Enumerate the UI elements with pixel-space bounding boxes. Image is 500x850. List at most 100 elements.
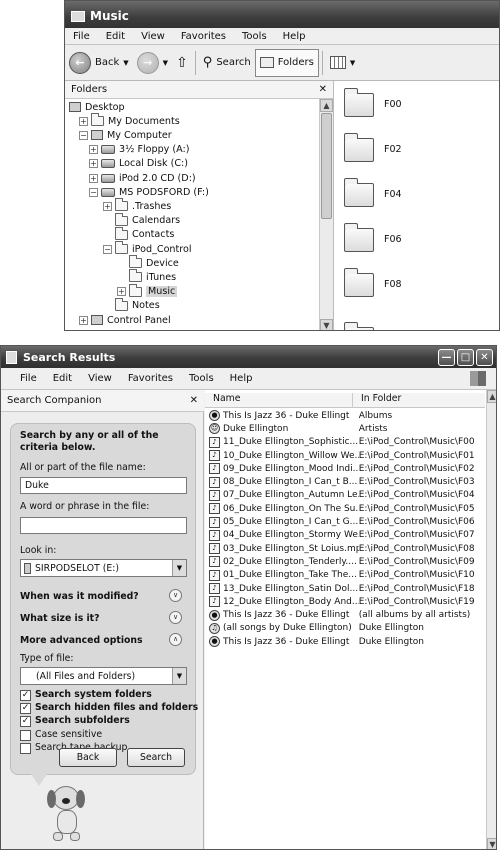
tree-item[interactable]: + Local Disk (C:) (89, 157, 188, 171)
table-row[interactable]: ♪ 08_Duke Ellington_I Can_t B... E:\iPod_C… (205, 476, 475, 489)
menu-favorites[interactable]: Favorites (173, 31, 234, 42)
tree-item[interactable]: + iPod 2.0 CD (D:) (89, 171, 196, 185)
checkbox[interactable]: ✓ (20, 716, 31, 728)
close-icon[interactable]: ✕ (319, 84, 327, 95)
search-titlebar[interactable]: Search Results — □ ✕ (1, 346, 496, 368)
checkbox[interactable] (20, 729, 31, 741)
menu-file[interactable]: File (12, 373, 45, 384)
expand-icon[interactable]: + (103, 201, 112, 211)
folder-label[interactable]: F04 (384, 189, 402, 200)
table-row[interactable]: ♪ 11_Duke Ellington_Sophistic... E:\iPod_C… (205, 436, 475, 449)
menu-help[interactable]: Help (222, 373, 261, 384)
folder-icon[interactable] (344, 178, 374, 207)
when-modified-link[interactable]: When was it modified? (20, 591, 139, 602)
tree-item[interactable]: Calendars (103, 212, 180, 228)
what-size-link[interactable]: What size is it? (20, 613, 99, 624)
phrase-input[interactable] (20, 517, 187, 534)
expand-icon[interactable]: + (89, 159, 98, 169)
close-icon[interactable]: ✕ (476, 348, 493, 366)
tree-item[interactable]: − MS PODSFORD (F:) (89, 185, 209, 199)
table-row[interactable]: ☺ Duke Ellington Artists (205, 422, 475, 435)
name-column-header[interactable]: Name (205, 393, 353, 407)
dropdown-arrow-icon[interactable]: ▼ (172, 560, 186, 576)
tree-item[interactable]: Notes (103, 297, 160, 313)
explorer-titlebar[interactable]: Music (65, 1, 499, 31)
table-row[interactable]: ♫ (all songs by Duke Ellington) Duke Ellin… (205, 622, 475, 635)
folders-button[interactable]: Folders (254, 48, 319, 77)
expand-icon[interactable]: + (89, 145, 98, 155)
dropdown-arrow-icon[interactable]: ▼ (172, 668, 186, 684)
folder-label[interactable]: F02 (384, 144, 402, 155)
menu-help[interactable]: Help (275, 31, 314, 42)
expand-icon[interactable]: + (89, 173, 98, 183)
collapse-icon[interactable]: − (79, 130, 88, 140)
checkbox[interactable]: ✓ (20, 703, 31, 715)
menu-edit[interactable]: Edit (98, 31, 133, 42)
table-row[interactable]: ♪ 03_Duke Ellington_St Loius.mp3 E:\iPod_C… (205, 542, 475, 555)
tree-item[interactable]: + Music (117, 283, 178, 299)
chevron-up-icon[interactable]: ∧ (169, 633, 182, 646)
views-button[interactable]: ▼ (326, 56, 359, 69)
folder-icon[interactable] (344, 223, 374, 252)
tree-item[interactable]: Contacts (103, 226, 174, 242)
advanced-options-link[interactable]: More advanced options (20, 635, 143, 646)
back-button[interactable]: Back (59, 748, 117, 767)
folder-icon[interactable] (344, 88, 374, 117)
search-button[interactable]: ⚲ Search (199, 55, 255, 70)
back-button[interactable]: ← Back ▼ (65, 51, 133, 74)
table-row[interactable]: ● This Is Jazz 36 - Duke Ellingt Albums (205, 409, 475, 422)
checkbox[interactable] (20, 742, 31, 754)
scroll-down-icon[interactable]: ▼ (320, 319, 333, 330)
tree-item[interactable]: − My Computer (79, 128, 172, 142)
menu-view[interactable]: View (80, 373, 120, 384)
menu-view[interactable]: View (133, 31, 173, 42)
table-row[interactable]: ♪ 10_Duke Ellington_Willow We... E:\iPod_C… (205, 449, 475, 462)
folder-tree-scrollbar[interactable]: ▲ ▼ (319, 99, 333, 330)
table-row[interactable]: ♪ 02_Duke Ellington_Tenderly.... E:\iPod_C… (205, 555, 475, 568)
tree-item[interactable]: − iPod_Control (103, 241, 192, 256)
table-row[interactable]: ● This Is Jazz 36 - Duke Ellingt (all albu… (205, 609, 475, 622)
forward-button[interactable]: → ▼ (133, 51, 172, 74)
folder-icon[interactable] (344, 133, 374, 162)
scroll-thumb[interactable] (321, 113, 332, 219)
checkbox[interactable]: ✓ (20, 690, 31, 701)
collapse-icon[interactable]: − (103, 244, 112, 254)
expand-icon[interactable]: + (79, 315, 88, 325)
search-button[interactable]: Search (127, 748, 185, 767)
menu-tools[interactable]: Tools (234, 31, 275, 42)
tree-item[interactable]: + Control Panel (79, 313, 171, 327)
table-row[interactable]: ♪ 04_Duke Ellington_Stormy We... E:\iPod_C… (205, 529, 475, 542)
scroll-up-icon[interactable]: ▲ (487, 390, 496, 403)
in-folder-column-header[interactable]: In Folder (353, 393, 401, 407)
table-row[interactable]: ♪ 05_Duke Ellington_I Can_t G... E:\iPod_C… (205, 515, 475, 528)
table-row[interactable]: ♪ 13_Duke Ellington_Satin Dol... E:\iPod_C… (205, 582, 475, 595)
folder-label[interactable]: F08 (384, 279, 402, 290)
table-row[interactable]: ♪ 12_Duke Ellington_Body And.... E:\iPod_C… (205, 595, 475, 608)
table-row[interactable]: ♪ 09_Duke Ellington_Mood Indi... E:\iPod_C… (205, 462, 475, 475)
folder-label[interactable]: F00 (384, 99, 402, 110)
tree-item[interactable]: Desktop (69, 100, 125, 114)
folder-icon[interactable] (344, 268, 374, 297)
folder-label[interactable]: F06 (384, 234, 402, 245)
chevron-down-icon[interactable]: ∨ (169, 589, 182, 602)
menu-favorites[interactable]: Favorites (120, 373, 181, 384)
table-row[interactable]: ♪ 07_Duke Ellington_Autumn Le... E:\iPod_C… (205, 489, 475, 502)
scroll-down-icon[interactable]: ▼ (487, 838, 496, 849)
tree-item[interactable]: + My Documents (79, 113, 180, 128)
results-scrollbar[interactable]: ▲ ▼ (486, 390, 496, 849)
up-button[interactable]: ⇧ (172, 55, 192, 71)
collapse-icon[interactable]: − (89, 187, 98, 197)
tree-item[interactable]: Device (117, 255, 179, 270)
expand-icon[interactable]: + (117, 287, 126, 297)
table-row[interactable]: ♪ 01_Duke Ellington_Take The... E:\iPod_Co… (205, 569, 475, 582)
minimize-icon[interactable]: — (438, 348, 455, 366)
table-row[interactable]: ♪ 06_Duke Ellington_On The Su... E:\iPod_C… (205, 502, 475, 515)
menu-edit[interactable]: Edit (45, 373, 80, 384)
menu-file[interactable]: File (65, 31, 98, 42)
type-of-file-select[interactable]: (All Files and Folders) ▼ (20, 667, 187, 685)
file-name-input[interactable]: Duke (20, 477, 187, 494)
scroll-up-icon[interactable]: ▲ (320, 99, 333, 112)
tree-item[interactable]: iTunes (117, 269, 176, 284)
table-row[interactable]: ● This Is Jazz 36 - Duke Ellingt Duke Elli… (205, 635, 475, 648)
expand-icon[interactable]: + (79, 116, 88, 126)
